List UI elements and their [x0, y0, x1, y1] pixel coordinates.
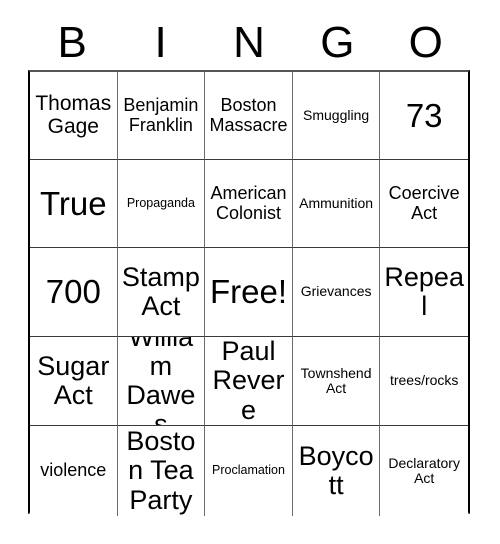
bingo-cell-label: trees/rocks [389, 372, 459, 389]
bingo-cell-b5[interactable]: violence [30, 426, 118, 516]
header-letter-o: O [408, 18, 443, 67]
bingo-cell-label: Smuggling [303, 106, 370, 123]
bingo-cell-label: Ammunition [299, 194, 374, 211]
bingo-cell-label: Benjamin Franklin [123, 95, 199, 135]
bingo-cell-g2[interactable]: Ammunition [292, 160, 381, 248]
bingo-cell-n2[interactable]: American Colonist [205, 160, 293, 248]
bingo-cell-label: American Colonist [210, 183, 287, 223]
bingo-cell-label: True [39, 184, 107, 222]
bingo-cell-o5[interactable]: Declaratory Act [380, 426, 468, 516]
bingo-cell-o1[interactable]: 73 [380, 72, 468, 160]
bingo-cell-label: Thomas Gage [35, 91, 112, 138]
bingo-grid: Thomas Gage Benjamin Franklin Boston Mas… [28, 70, 470, 516]
bingo-cell-label: Propaganda [126, 195, 195, 210]
bingo-cell-label: violence [40, 460, 107, 481]
bingo-cell-i4[interactable]: William Dawes [117, 337, 206, 426]
bingo-cell-label: Declaratory Act [388, 454, 460, 486]
bingo-cell-i1[interactable]: Benjamin Franklin [117, 72, 206, 160]
header-letter-i: I [154, 18, 167, 67]
bingo-cell-b1[interactable]: Thomas Gage [30, 72, 118, 160]
bingo-cell-n1[interactable]: Boston Massacre [205, 72, 293, 160]
bingo-cell-label: Townshend Act [300, 364, 372, 396]
bingo-cell-label: Sugar Act [37, 350, 110, 410]
bingo-cell-g1[interactable]: Smuggling [292, 72, 381, 160]
bingo-cell-g5[interactable]: Boycott [292, 426, 381, 516]
bingo-cell-label: Stamp Act [121, 261, 200, 321]
bingo-cell-label: Coercive Act [388, 183, 460, 223]
bingo-cell-i3[interactable]: Stamp Act [117, 248, 206, 337]
bingo-cell-i5[interactable]: Boston Tea Party [117, 426, 206, 516]
bingo-cell-o2[interactable]: Coercive Act [380, 160, 468, 248]
bingo-cell-free-space[interactable]: Free! [205, 248, 293, 337]
bingo-cell-b3[interactable]: 700 [30, 248, 118, 337]
bingo-header-row: B I N G O [28, 16, 470, 70]
bingo-cell-label: Free! [209, 273, 287, 311]
bingo-cell-b4[interactable]: Sugar Act [30, 337, 118, 426]
bingo-cell-label: Boycott [298, 440, 374, 500]
bingo-cell-n5[interactable]: Proclamation [205, 426, 293, 516]
bingo-cell-label: Repeal [384, 261, 464, 321]
bingo-cell-g4[interactable]: Townshend Act [292, 337, 381, 426]
bingo-cell-label: William Dawes [126, 337, 196, 426]
bingo-cell-label: 700 [45, 273, 101, 311]
header-letter-b: B [57, 18, 87, 67]
header-letter-n: N [233, 18, 265, 67]
bingo-cell-i2[interactable]: Propaganda [117, 160, 206, 248]
bingo-cell-label: Grievances [300, 283, 372, 300]
bingo-cell-o3[interactable]: Repeal [380, 248, 468, 337]
bingo-cell-label: Paul Revere [212, 337, 285, 425]
bingo-cell-n4[interactable]: Paul Revere [205, 337, 293, 426]
bingo-cell-label: Proclamation [212, 463, 285, 478]
bingo-cell-label: Boston Massacre [209, 95, 288, 135]
bingo-cell-b2[interactable]: True [30, 160, 118, 248]
bingo-cell-label: Boston Tea Party [126, 426, 196, 515]
header-letter-g: G [320, 18, 355, 67]
bingo-cell-o4[interactable]: trees/rocks [380, 337, 468, 426]
bingo-cell-label: 73 [405, 96, 443, 134]
bingo-cell-g3[interactable]: Grievances [292, 248, 381, 337]
bingo-card: B I N G O Thomas Gage Benjamin Franklin … [0, 0, 500, 544]
